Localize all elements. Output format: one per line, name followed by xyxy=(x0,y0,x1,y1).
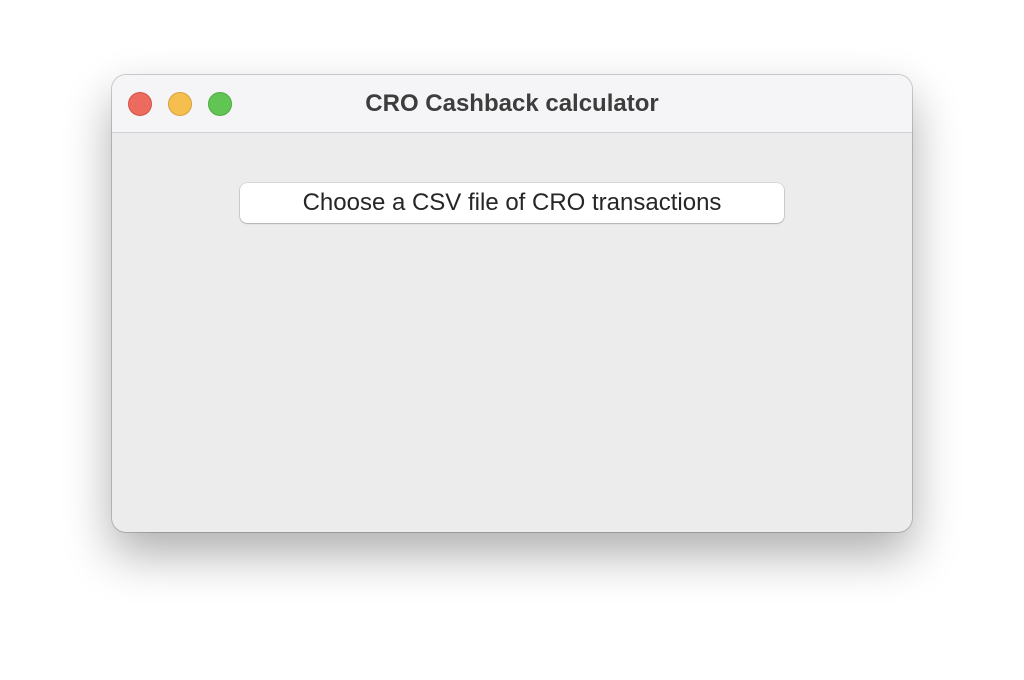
app-window: CRO Cashback calculator Choose a CSV fil… xyxy=(112,75,912,532)
choose-csv-button[interactable]: Choose a CSV file of CRO transactions xyxy=(240,183,784,223)
window-title: CRO Cashback calculator xyxy=(365,90,659,117)
title-bar[interactable]: CRO Cashback calculator xyxy=(112,75,912,133)
window-content: Choose a CSV file of CRO transactions xyxy=(112,133,912,532)
